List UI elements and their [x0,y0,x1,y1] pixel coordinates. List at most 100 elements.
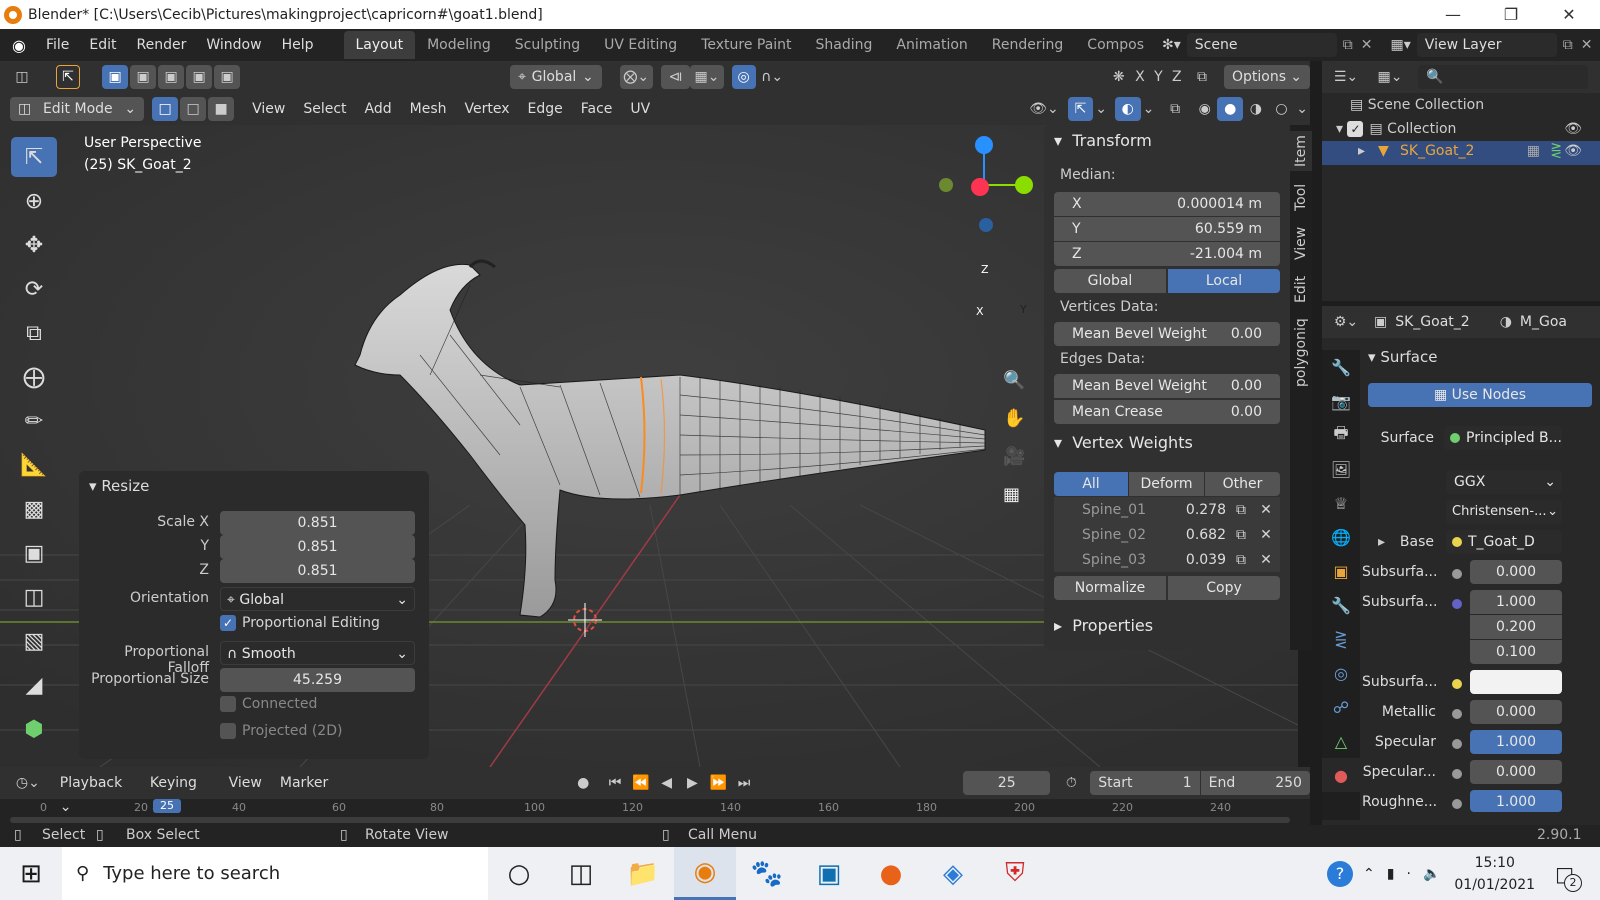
view-layer-tab-icon[interactable]: 🖼 [1322,452,1360,486]
pan-hand-icon[interactable]: ✋ [1003,400,1025,438]
notifications-icon[interactable]: □ 2 [1555,862,1582,892]
mirror-z-toggle[interactable]: Z [1168,65,1186,89]
file-explorer-icon[interactable]: 📁 [612,847,674,900]
subsurface-radius-y-field[interactable]: 0.200 [1470,615,1562,639]
proportional-editing-icon[interactable]: ◎ [731,65,756,89]
timeline-scrollbar[interactable] [10,817,1290,823]
display-mode-icon[interactable]: ▦⌄ [1372,65,1408,89]
record-icon[interactable]: ● [570,771,596,795]
render-tab-icon[interactable]: 📷 [1322,384,1360,418]
scene-field[interactable]: Scene [1186,33,1337,57]
keying-menu[interactable]: Keying ⌄ [144,771,219,815]
specular-field[interactable]: 1.000 [1470,730,1562,754]
bevel-tool-icon[interactable]: ◫ [11,577,57,617]
menu-add[interactable]: Add [359,97,398,121]
list-item[interactable]: Spine_02 0.682 ⧉ ✕ [1054,522,1280,547]
wifi-icon[interactable]: ⋅ [1407,866,1411,882]
tab-animation[interactable]: Animation [884,31,979,59]
tab-texture-paint[interactable]: Texture Paint [689,31,803,59]
remove-weight-icon[interactable]: ✕ [1256,552,1276,568]
object-tab-icon[interactable]: ▣ [1322,554,1360,588]
menu-edge[interactable]: Edge [522,97,569,121]
taskbar-clock[interactable]: 15:10 01/01/2021 [1454,852,1535,896]
menu-select[interactable]: Select [297,97,352,121]
specular-tint-field[interactable]: 0.000 [1470,760,1562,784]
volume-icon[interactable]: 🔈 [1423,866,1440,882]
weights-filter-deform[interactable]: Deform [1129,472,1204,496]
eye-icon[interactable]: 👁 [1564,143,1582,159]
view-layer-field[interactable]: View Layer [1416,33,1557,57]
play-icon[interactable]: ▶ [680,771,706,795]
menu-file[interactable]: File [36,37,79,53]
menu-uv[interactable]: UV [624,97,656,121]
play-reverse-icon[interactable]: ◀ [654,771,680,795]
current-frame-field[interactable]: 25 [962,771,1051,795]
prev-keyframe-icon[interactable]: ⏪ [628,771,654,795]
constraints-tab-icon[interactable]: ☍ [1322,690,1360,724]
tab-item[interactable]: Item [1290,131,1312,171]
measure-tool-icon[interactable]: 📐 [11,445,57,485]
proportional-size-field[interactable]: 45.259 [220,668,415,692]
timeline-editor-type-icon[interactable]: ◷⌄ [10,771,46,795]
vertex-bevel-weight-field[interactable]: Mean Bevel Weight 0.00 [1054,322,1280,346]
global-toggle[interactable]: Global [1054,269,1166,293]
modifier-tab-icon[interactable]: 🔧 [1322,588,1360,622]
overlays-icon[interactable]: ◐ [1115,97,1141,121]
scale-tool-icon[interactable]: ⧉ [11,313,57,353]
scene-icon[interactable]: ✻▾ [1162,37,1181,53]
distribution-dropdown[interactable]: GGX ⌄ [1446,470,1562,494]
auto-merge-icon[interactable]: ⧉ [1190,65,1214,89]
gimp-icon[interactable]: 🐾 [736,847,798,900]
playhead[interactable]: 25 [153,799,181,813]
physics-tab-icon[interactable]: ◎ [1322,656,1360,690]
end-frame-field[interactable]: End 250 [1200,771,1310,795]
mode-dropdown[interactable]: ◫ Edit Mode ⌄ [10,97,145,121]
copy-button[interactable]: Copy [1168,576,1280,600]
extrude-tool-icon[interactable]: ▩ [11,489,57,529]
pivot-point-icon[interactable]: ⨂⌄ [619,65,653,89]
camera-icon[interactable]: 🎥 [1003,438,1025,476]
weights-filter-all[interactable]: All [1054,472,1128,496]
collection-row[interactable]: ▾ ✓ ▤ Collection [1336,121,1456,137]
tab-compositing[interactable]: Compos [1075,31,1156,59]
subsurface-method-dropdown[interactable]: Christensen-... ⌄ [1446,500,1562,524]
menu-help[interactable]: Help [272,37,324,53]
world-tab-icon[interactable]: 🌐 [1322,520,1360,554]
subsurface-radius-z-field[interactable]: 0.100 [1470,640,1562,664]
gizmo-icon[interactable]: ⇱ [1067,97,1094,121]
material-tab-icon[interactable]: ● [1322,758,1360,792]
marker-menu[interactable]: Marker [274,771,334,795]
tab-edit[interactable]: Edit [1290,269,1312,309]
knife-tool-icon[interactable]: ◢ [11,665,57,705]
tool-tab-icon[interactable]: 🔧 [1322,350,1360,384]
annotate-tool-icon[interactable]: ✏ [11,401,57,441]
transform-orientation-dropdown[interactable]: ⌖ Global ⌄ [510,65,602,89]
normalize-button[interactable]: Normalize [1054,576,1166,600]
vertex-weights-section-header[interactable]: ▾ Vertex Weights [1044,427,1290,457]
firefox-icon[interactable]: ● [860,847,922,900]
wireframe-shading-icon[interactable]: ◉ [1192,97,1218,121]
eye-icon[interactable]: 👁 [1564,121,1582,137]
mode-extend-icon[interactable]: ▣ [130,65,157,89]
close-button[interactable]: ✕ [1540,0,1598,29]
outliner-editor-type-icon[interactable]: ☰⌄ [1328,65,1364,89]
menu-edit[interactable]: Edit [79,37,126,53]
menu-render[interactable]: Render [127,37,197,53]
app-icon[interactable]: ▣ [798,847,860,900]
subsurface-field[interactable]: 0.000 [1470,560,1562,584]
use-nodes-button[interactable]: ▦ Use Nodes [1368,383,1592,407]
transform-section-header[interactable]: ▾ Transform [1044,125,1290,155]
windows-start-icon[interactable]: ⊞ [0,847,62,900]
projected-checkbox[interactable]: Projected (2D) [220,723,342,739]
snap-target-icon[interactable]: ▦⌄ [690,65,724,89]
list-item[interactable]: Spine_01 0.278 ⧉ ✕ [1054,497,1280,522]
falloff-dropdown[interactable]: ∩ Smooth ⌄ [220,641,415,665]
timeline-view-menu[interactable]: View [223,771,268,795]
menu-mesh[interactable]: Mesh [404,97,453,121]
mean-crease-field[interactable]: Mean Crease 0.00 [1054,400,1280,424]
tab-polygoniq[interactable]: polygoniq [1290,313,1312,393]
next-keyframe-icon[interactable]: ⏩ [705,771,731,795]
base-color-texture-field[interactable]: T_Goat_D [1446,530,1562,554]
cursor-tool-icon[interactable]: ⊕ [11,181,57,221]
particles-tab-icon[interactable]: ⋛ [1322,622,1360,656]
